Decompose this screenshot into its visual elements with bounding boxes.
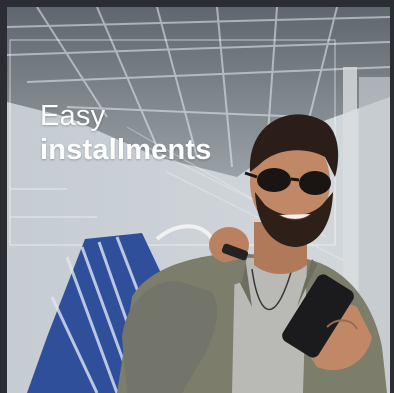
headline-line-1: Easy bbox=[40, 100, 106, 132]
promo-photo bbox=[7, 7, 390, 393]
headline-line-2: installments bbox=[40, 134, 212, 166]
headline: Easy installments bbox=[40, 99, 212, 167]
promo-banner[interactable]: Easy installments bbox=[7, 7, 390, 393]
